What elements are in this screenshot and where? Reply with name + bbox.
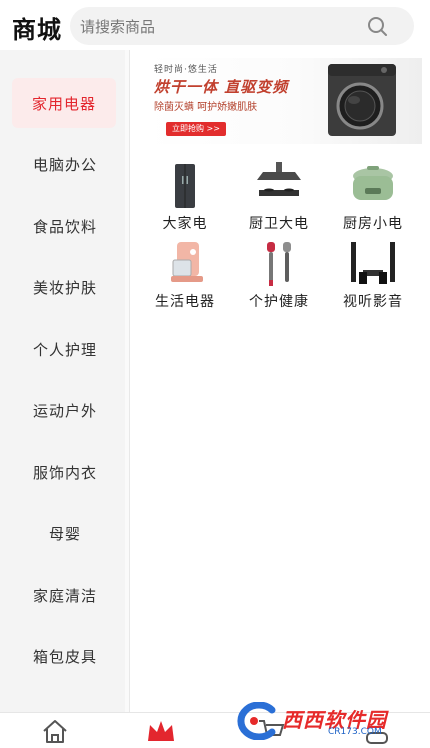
header: 商城 请搜索商品 bbox=[0, 0, 430, 50]
sidebar-item-food-drinks[interactable]: 食品饮料 bbox=[0, 201, 129, 251]
product-item-audio-video[interactable]: 视听影音 bbox=[327, 240, 419, 318]
banner-buy-button[interactable]: 立即抢购 >> bbox=[166, 122, 226, 136]
product-label: 生活电器 bbox=[155, 294, 215, 310]
product-item-small-kitchen[interactable]: 厨房小电 bbox=[327, 162, 419, 240]
promo-banner[interactable]: 轻时尚·悠生活 烘干一体 直驱变频 除菌灭螨 呵护娇嫩肌肤 立即抢购 >> bbox=[146, 58, 422, 144]
rice-cooker-icon bbox=[353, 166, 393, 200]
page-title: 商城 bbox=[12, 15, 62, 44]
sidebar-item-sports-outdoor[interactable]: 运动户外 bbox=[0, 385, 129, 435]
crown-icon[interactable] bbox=[146, 717, 176, 745]
product-label: 视听影音 bbox=[343, 294, 403, 310]
product-label: 个护健康 bbox=[249, 294, 309, 310]
hair-dryer-icon bbox=[267, 242, 291, 286]
product-label: 厨卫大电 bbox=[249, 216, 309, 232]
washing-machine-icon bbox=[328, 64, 396, 136]
sidebar-item-apparel[interactable]: 服饰内衣 bbox=[0, 447, 129, 497]
speaker-system-icon bbox=[351, 242, 395, 284]
sidebar-item-personal-care[interactable]: 个人护理 bbox=[0, 324, 129, 374]
product-item-living-appliances[interactable]: 生活电器 bbox=[139, 240, 231, 318]
product-label: 大家电 bbox=[162, 216, 208, 232]
banner-subline: 除菌灭螨 呵护娇嫩肌肤 bbox=[154, 102, 258, 113]
banner-small-text: 轻时尚·悠生活 bbox=[154, 65, 218, 75]
search-input[interactable]: 请搜索商品 bbox=[70, 7, 414, 45]
product-item-major-appliances[interactable]: 大家电 bbox=[139, 162, 231, 240]
sidebar-item-beauty[interactable]: 美妆护肤 bbox=[0, 262, 129, 312]
coffee-maker-icon bbox=[171, 242, 203, 282]
banner-headline: 烘干一体 直驱变频 bbox=[154, 78, 289, 96]
refrigerator-icon bbox=[175, 164, 195, 208]
watermark-c-icon bbox=[237, 702, 276, 740]
product-label: 厨房小电 bbox=[343, 216, 403, 232]
range-hood-icon bbox=[257, 162, 301, 196]
sidebar-item-mother-baby[interactable]: 母婴 bbox=[0, 508, 129, 558]
home-icon[interactable] bbox=[40, 717, 70, 745]
product-item-kitchen-appliances[interactable]: 厨卫大电 bbox=[233, 162, 325, 240]
search-icon[interactable] bbox=[366, 15, 388, 37]
sidebar-item-home-appliances[interactable]: 家用电器 bbox=[12, 78, 116, 128]
category-sidebar: 家用电器 电脑办公 食品饮料 美妆护肤 个人护理 运动户外 服饰内衣 母婴 家庭… bbox=[0, 50, 130, 712]
search-placeholder: 请搜索商品 bbox=[80, 18, 156, 36]
sidebar-item-computer-office[interactable]: 电脑办公 bbox=[0, 139, 129, 189]
product-item-personal-health[interactable]: 个护健康 bbox=[233, 240, 325, 318]
sidebar-item-bags[interactable]: 箱包皮具 bbox=[0, 631, 129, 681]
sidebar-item-home-cleaning[interactable]: 家庭清洁 bbox=[0, 570, 129, 620]
watermark-logo: 西西软件园 CR173.COM bbox=[232, 700, 412, 742]
watermark-url: CR173.COM bbox=[328, 727, 382, 737]
